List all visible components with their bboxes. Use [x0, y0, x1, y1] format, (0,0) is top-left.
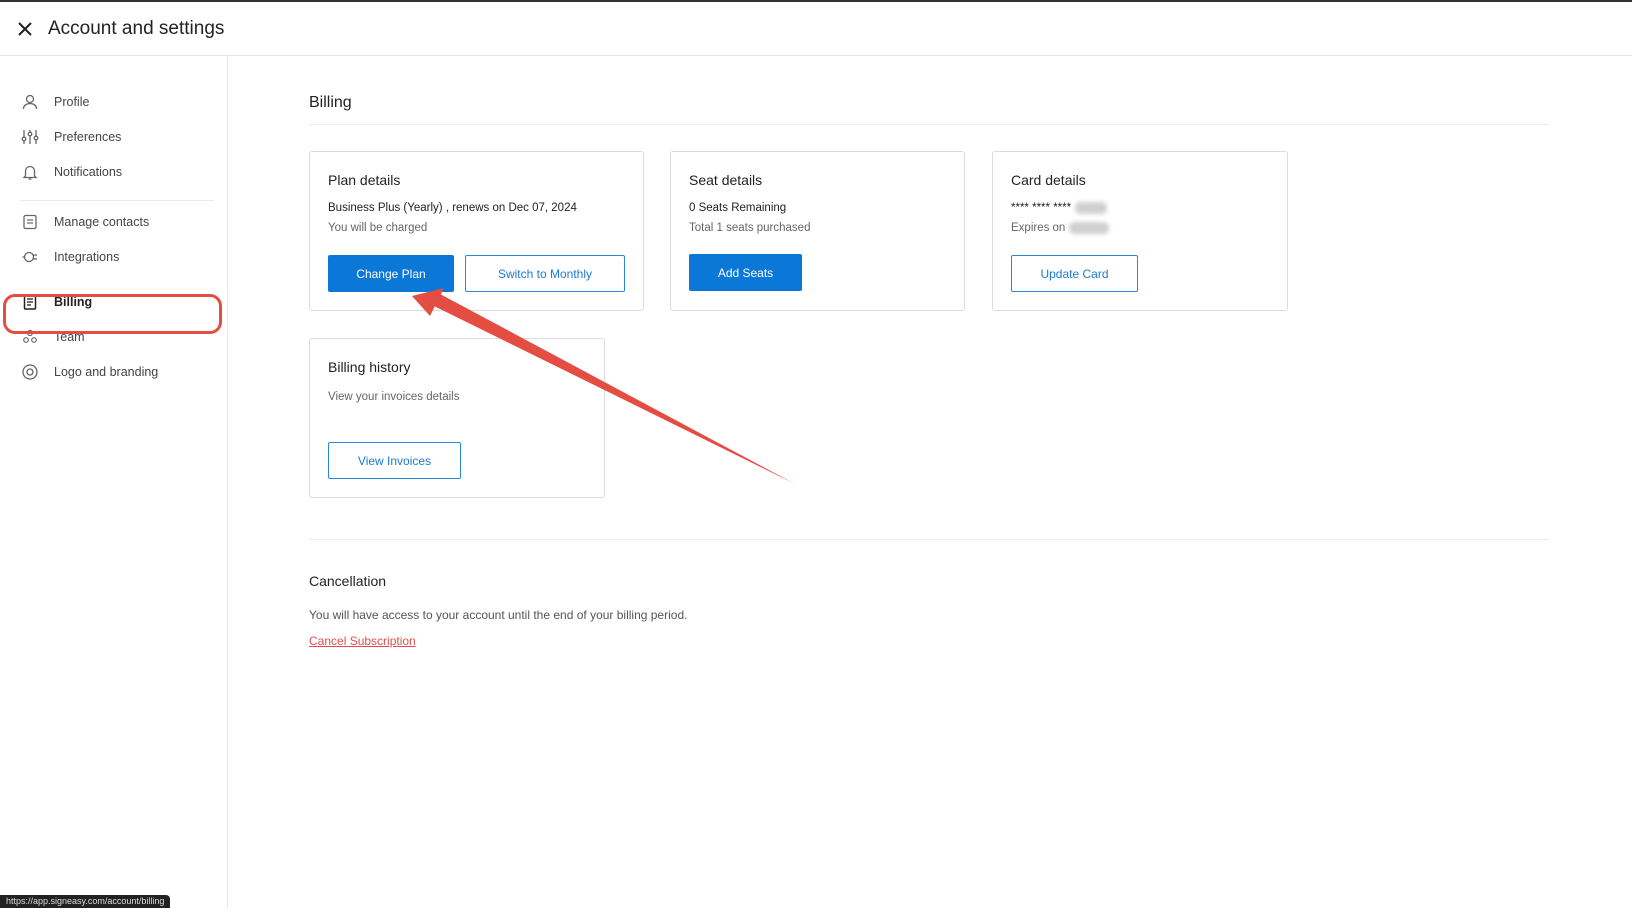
- card-details-card: Card details **** **** **** Expires on U…: [992, 151, 1288, 311]
- divider: [309, 539, 1549, 540]
- page-title: Account and settings: [48, 18, 225, 39]
- cancellation-heading: Cancellation: [309, 573, 387, 589]
- switch-to-monthly-button[interactable]: Switch to Monthly: [465, 255, 625, 292]
- receipt-icon: [20, 292, 40, 312]
- card-expiry: Expires on: [1011, 222, 1110, 235]
- plug-icon: [20, 247, 40, 267]
- sidebar-item-label: Preferences: [54, 130, 122, 144]
- team-icon: [20, 327, 40, 347]
- expires-label: Expires on: [1011, 222, 1066, 235]
- sidebar-item-label: Billing: [54, 295, 93, 309]
- sidebar-item-label: Manage contacts: [54, 215, 150, 229]
- sidebar-item-team[interactable]: Team: [20, 323, 210, 351]
- card-title: Seat details: [689, 172, 763, 188]
- sidebar: Profile Preferences Notifications Manage…: [0, 56, 228, 908]
- card-title: Billing history: [328, 359, 411, 375]
- history-description: View your invoices details: [328, 391, 460, 403]
- billing-panel: Billing Plan details Business Plus (Year…: [228, 56, 1632, 908]
- sliders-icon: [20, 127, 40, 147]
- top-bar: Account and settings: [0, 0, 1632, 56]
- charge-note: You will be charged: [328, 222, 428, 234]
- plan-details-card: Plan details Business Plus (Yearly) , re…: [309, 151, 644, 311]
- sidebar-item-logo-branding[interactable]: Logo and branding: [20, 358, 210, 386]
- sidebar-divider: [20, 200, 214, 201]
- sidebar-item-notifications[interactable]: Notifications: [20, 158, 210, 186]
- add-seats-button[interactable]: Add Seats: [689, 254, 802, 291]
- sidebar-item-manage-contacts[interactable]: Manage contacts: [20, 208, 210, 236]
- bell-icon: [20, 162, 40, 182]
- card-title: Card details: [1011, 172, 1086, 188]
- sidebar-item-label: Notifications: [54, 165, 123, 179]
- redacted-digits: [1075, 202, 1108, 214]
- billing-heading: Billing: [309, 94, 352, 111]
- sidebar-item-label: Integrations: [54, 250, 120, 264]
- divider: [309, 124, 1549, 125]
- brand-icon: [20, 362, 40, 382]
- seat-details-card: Seat details 0 Seats Remaining Total 1 s…: [670, 151, 965, 311]
- cancel-subscription-link[interactable]: Cancel Subscription: [309, 634, 416, 648]
- close-icon[interactable]: [14, 18, 36, 40]
- contacts-icon: [20, 212, 40, 232]
- sidebar-item-profile[interactable]: Profile: [20, 88, 210, 116]
- user-icon: [20, 92, 40, 112]
- card-number: **** **** ****: [1011, 202, 1108, 215]
- seats-purchased: Total 1 seats purchased: [689, 222, 811, 234]
- card-number-masked: **** **** ****: [1011, 202, 1072, 215]
- seats-remaining: 0 Seats Remaining: [689, 202, 787, 214]
- redacted-expiry: [1069, 222, 1110, 234]
- sidebar-item-integrations[interactable]: Integrations: [20, 243, 210, 271]
- update-card-button[interactable]: Update Card: [1011, 255, 1138, 292]
- sidebar-item-label: Profile: [54, 95, 90, 109]
- sidebar-item-preferences[interactable]: Preferences: [20, 123, 210, 151]
- card-title: Plan details: [328, 172, 401, 188]
- sidebar-item-billing[interactable]: Billing: [20, 288, 210, 316]
- sidebar-item-label: Logo and branding: [54, 365, 159, 379]
- plan-description: Business Plus (Yearly) , renews on Dec 0…: [328, 202, 577, 214]
- billing-history-card: Billing history View your invoices detai…: [309, 338, 605, 498]
- sidebar-item-label: Team: [54, 330, 85, 344]
- change-plan-button[interactable]: Change Plan: [328, 255, 454, 292]
- cancellation-description: You will have access to your account unt…: [309, 608, 688, 622]
- status-bar-url: https://app.signeasy.com/account/billing: [0, 895, 171, 908]
- view-invoices-button[interactable]: View Invoices: [328, 442, 461, 479]
